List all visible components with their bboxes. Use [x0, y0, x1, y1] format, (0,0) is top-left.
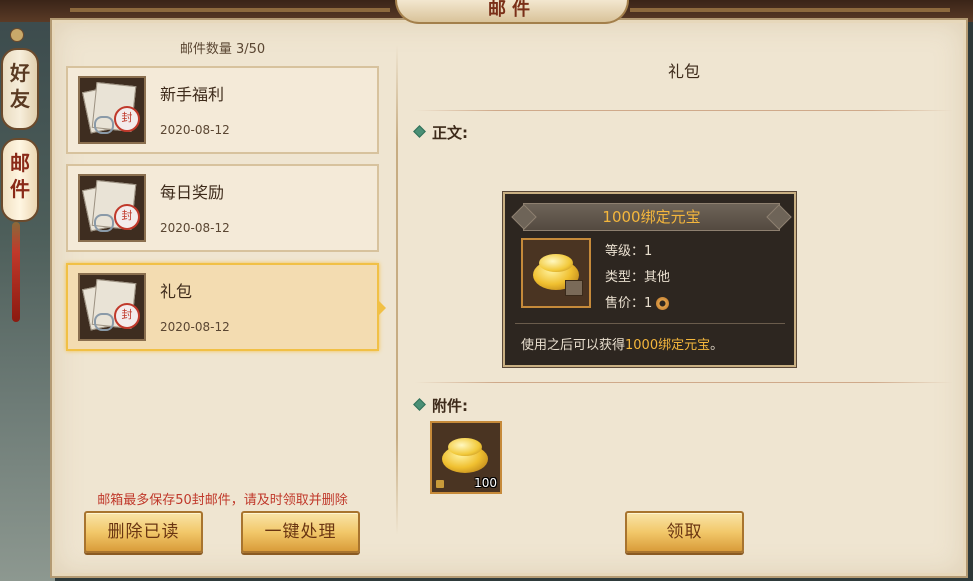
mail-count: 邮件数量 3/50	[179, 42, 266, 57]
desc-suffix: 。	[710, 338, 724, 353]
seal-icon: 封	[114, 204, 140, 230]
desc-prefix: 使用之后可以获得	[521, 338, 626, 353]
price-value: 1	[644, 296, 653, 311]
mail-title: 礼包	[160, 282, 193, 301]
attachment-label-text: 附件:	[432, 397, 468, 415]
mail-list-item-selected[interactable]: 封 礼包 2020-08-12	[66, 263, 386, 351]
item-price: 售价：1	[605, 292, 670, 311]
gold-ingot-icon	[521, 238, 591, 308]
item-name: 1000绑定元宝	[523, 203, 780, 231]
tooltip-separator	[515, 323, 785, 324]
mail-envelope-icon: 封	[78, 174, 146, 242]
attachment-slot[interactable]: 100	[430, 421, 502, 494]
title-deco-right	[630, 8, 950, 12]
tassel-decoration	[12, 222, 20, 322]
selection-arrow-icon	[377, 299, 386, 317]
bound-lock-icon	[436, 480, 444, 488]
tab-friends[interactable]: 好 友	[1, 48, 39, 130]
mailbox-warning: 邮箱最多保存50封邮件，请及时领取并删除	[97, 493, 348, 508]
delete-read-button[interactable]: 删除已读	[84, 511, 203, 553]
price-label: 售价：	[605, 296, 645, 311]
mail-date: 2020-08-12	[160, 221, 230, 235]
mail-list-item[interactable]: 封 新手福利 2020-08-12	[66, 66, 379, 154]
item-description: 使用之后可以获得1000绑定元宝。	[521, 334, 723, 353]
tab-knob	[10, 28, 24, 42]
attachment-rule	[415, 382, 953, 383]
body-section-label: 正文:	[413, 122, 468, 143]
mail-subject: 礼包	[667, 62, 700, 81]
header-rule	[415, 110, 953, 111]
window-title-plaque: 邮件	[395, 0, 629, 24]
mail-title: 每日奖励	[160, 183, 225, 202]
mail-date: 2020-08-12	[160, 123, 230, 137]
attachment-quantity: 100	[474, 476, 497, 490]
tab-mail-char-1: 邮	[10, 151, 30, 175]
mail-title: 新手福利	[160, 85, 225, 104]
panel-divider	[396, 45, 398, 535]
diamond-bullet-icon	[413, 125, 426, 138]
coin-icon	[656, 297, 670, 310]
level-label: 等级：	[605, 244, 645, 259]
seal-icon: 封	[114, 106, 140, 132]
desc-highlight: 1000绑定元宝	[625, 338, 711, 353]
tab-mail-char-2: 件	[10, 177, 30, 201]
type-value: 其他	[644, 270, 671, 285]
level-value: 1	[644, 244, 653, 259]
window-title: 邮件	[488, 0, 536, 20]
diamond-bullet-icon	[413, 398, 426, 411]
claim-button[interactable]: 领取	[625, 511, 744, 553]
mail-envelope-icon: 封	[78, 76, 146, 144]
mail-list-item[interactable]: 封 每日奖励 2020-08-12	[66, 164, 379, 252]
tab-friends-char-1: 好	[10, 61, 30, 85]
title-deco-left	[70, 8, 390, 12]
type-label: 类型：	[605, 270, 645, 285]
item-tooltip: 1000绑定元宝 等级：1 类型：其他 售价：1 使用之后可以获得1000绑定元…	[503, 192, 796, 367]
body-label-text: 正文:	[432, 124, 468, 142]
item-type: 类型：其他	[605, 266, 670, 285]
item-level: 等级：1	[605, 240, 652, 259]
mail-envelope-icon: 封	[78, 273, 146, 341]
attachment-section-label: 附件:	[413, 395, 468, 416]
mail-date: 2020-08-12	[160, 320, 230, 334]
one-click-process-button[interactable]: 一键处理	[241, 511, 360, 553]
seal-icon: 封	[114, 303, 140, 329]
tab-mail[interactable]: 邮 件	[1, 138, 39, 222]
tab-friends-char-2: 友	[10, 87, 30, 111]
